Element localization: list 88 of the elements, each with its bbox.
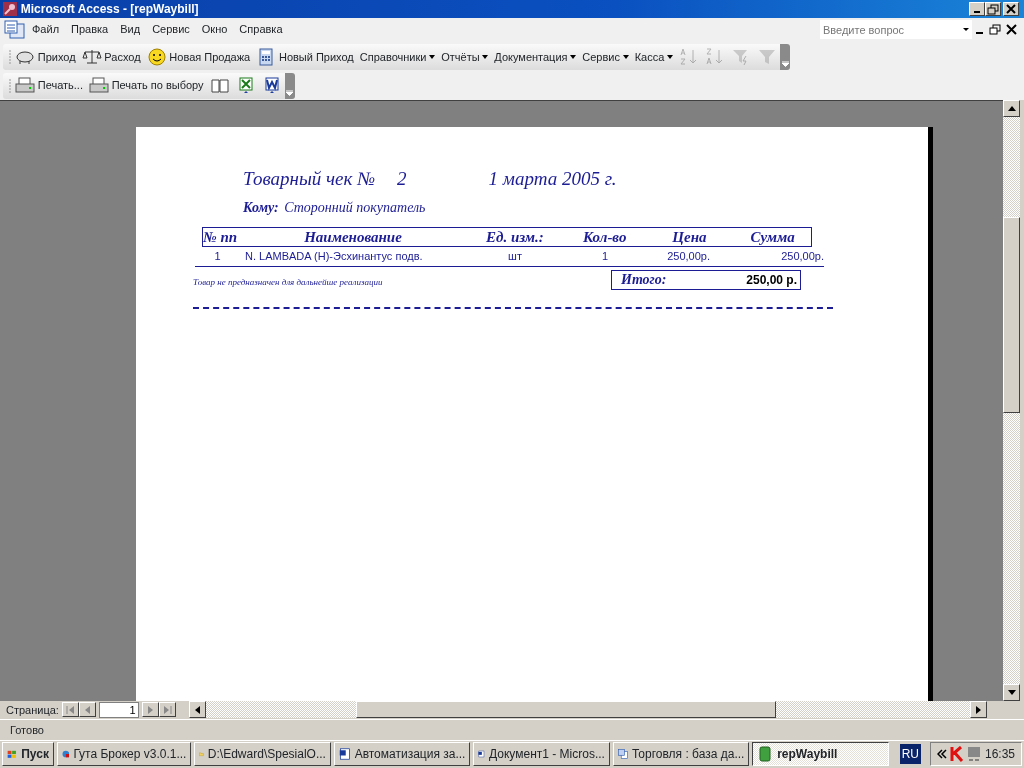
table-cell-text: 250,00р. [780,249,824,265]
dropdown-menu-button[interactable]: Касса [631,45,677,68]
right-arrow-icon[interactable] [975,705,981,714]
key-icon [2,1,18,18]
dropdown-menu-button[interactable]: Сервис [579,45,632,68]
caret-icon [622,54,629,59]
database-window-icon [4,19,26,40]
table-cell-text: N. LAMBADA (H)-Эсхинантус подв. [244,249,424,265]
help-field[interactable]: Введите вопрос [820,20,960,40]
table-cell-text: 250,00р. [666,249,711,265]
minimize-button[interactable] [969,2,986,17]
dropdown-menu-button[interactable]: Справочники [356,45,439,68]
menu-item[interactable]: Сервис [146,21,196,38]
caret-icon [570,54,577,59]
taskbar-button[interactable]: D:\Edward\SpesialO... [194,742,331,767]
first-page-button[interactable] [61,702,79,718]
total-label: Итого: [621,271,667,290]
table-cell-text: 1 [600,249,610,265]
column-header: Ед. изм.: [485,229,545,245]
restore-icon [987,3,1000,15]
dropdown-menu-button[interactable]: Отчёты [438,45,492,68]
caret-icon [667,54,674,59]
toolbar-button[interactable]: Приход [12,45,79,68]
taskbar-button[interactable]: Документ1 - Micros... [473,742,610,767]
taskbar-button[interactable]: Гута Брокер v3.0.1... [56,742,192,767]
caret-icon [482,54,489,59]
printer-icon [88,75,109,96]
recipient-name: Сторонний покупатель [284,199,426,218]
toolbar-button[interactable]: Печать по выбору [85,74,207,97]
close-icon[interactable] [1004,22,1020,37]
recipient-label: Кому: [243,199,279,218]
total-value: 250,00 р. [746,271,797,289]
status-text: Готово [10,722,44,738]
restore-icon[interactable] [988,22,1004,37]
report-title: Товарный чек № [243,166,376,191]
caret-icon [429,54,436,59]
close-icon [1005,3,1018,15]
table-cell-text: шт [507,249,523,265]
next-page-icon [145,705,155,714]
smiley-icon [146,46,167,67]
receipt-number: 2 [397,166,407,191]
restore-button[interactable] [985,2,1002,17]
column-header: Кол-во [581,229,628,245]
menu-item[interactable]: Правка [65,21,115,38]
clock: 16:35 [985,746,1016,764]
taskbar-button[interactable]: Автоматизация за... [333,742,471,767]
caret-icon [963,28,969,32]
menu-item[interactable]: Окно [195,21,234,38]
toolbar-grip-icon [9,76,12,95]
column-header: Цена [671,229,708,245]
menu-item[interactable]: Справка [233,21,289,38]
column-header: Наименование [303,229,403,245]
last-page-icon [162,705,172,714]
next-page-button[interactable] [141,702,159,718]
page-label: Страница: [6,702,59,718]
dropdown-button[interactable] [960,20,972,40]
vertical-scrollbar[interactable] [1003,99,1020,701]
toolbar-button[interactable]: Расход [78,45,144,68]
receipt-date: 1 марта 2005 г. [488,166,617,191]
down-arrow-icon[interactable] [1007,689,1016,695]
table-cell-text: 1 [213,249,222,265]
disclaimer-note: Товар не предназначен для дальнейше реализации [193,276,384,290]
first-page-icon [65,705,75,714]
expand-tray-icon[interactable] [936,749,947,760]
up-arrow-icon[interactable] [1007,105,1016,111]
toolbar-grip-icon [9,47,12,66]
toolbar-options-button[interactable] [780,43,791,70]
toolbar-button[interactable]: Печать... [12,74,86,97]
start-button[interactable]: Пуск [2,742,54,767]
minimize-icon [974,11,981,14]
printer-icon [15,75,35,96]
column-header: Сумма [749,229,796,245]
dropdown-menu-button[interactable]: Документация [491,45,580,68]
horizontal-scrollbar[interactable] [188,701,987,719]
window-title: Microsoft Access - [repWaybill] [20,1,200,19]
taskbar-button[interactable]: repWaybill [752,742,889,767]
taskbar-button[interactable]: Торговля : база да... [612,742,750,767]
toolbar-button[interactable]: Новый Приход [253,45,357,68]
toolbar-button[interactable]: Новая Продажа [143,45,254,68]
chevron-icon [286,89,294,96]
language-indicator[interactable]: RU [899,744,921,765]
menu-item[interactable]: Вид [114,21,147,38]
page-number-field[interactable]: 1 [98,701,139,718]
left-arrow-icon[interactable] [194,705,200,714]
column-header: № пп [203,229,239,245]
menu-item[interactable]: Файл [26,21,66,38]
chevron-icon [781,60,789,67]
close-button[interactable] [1003,2,1020,17]
